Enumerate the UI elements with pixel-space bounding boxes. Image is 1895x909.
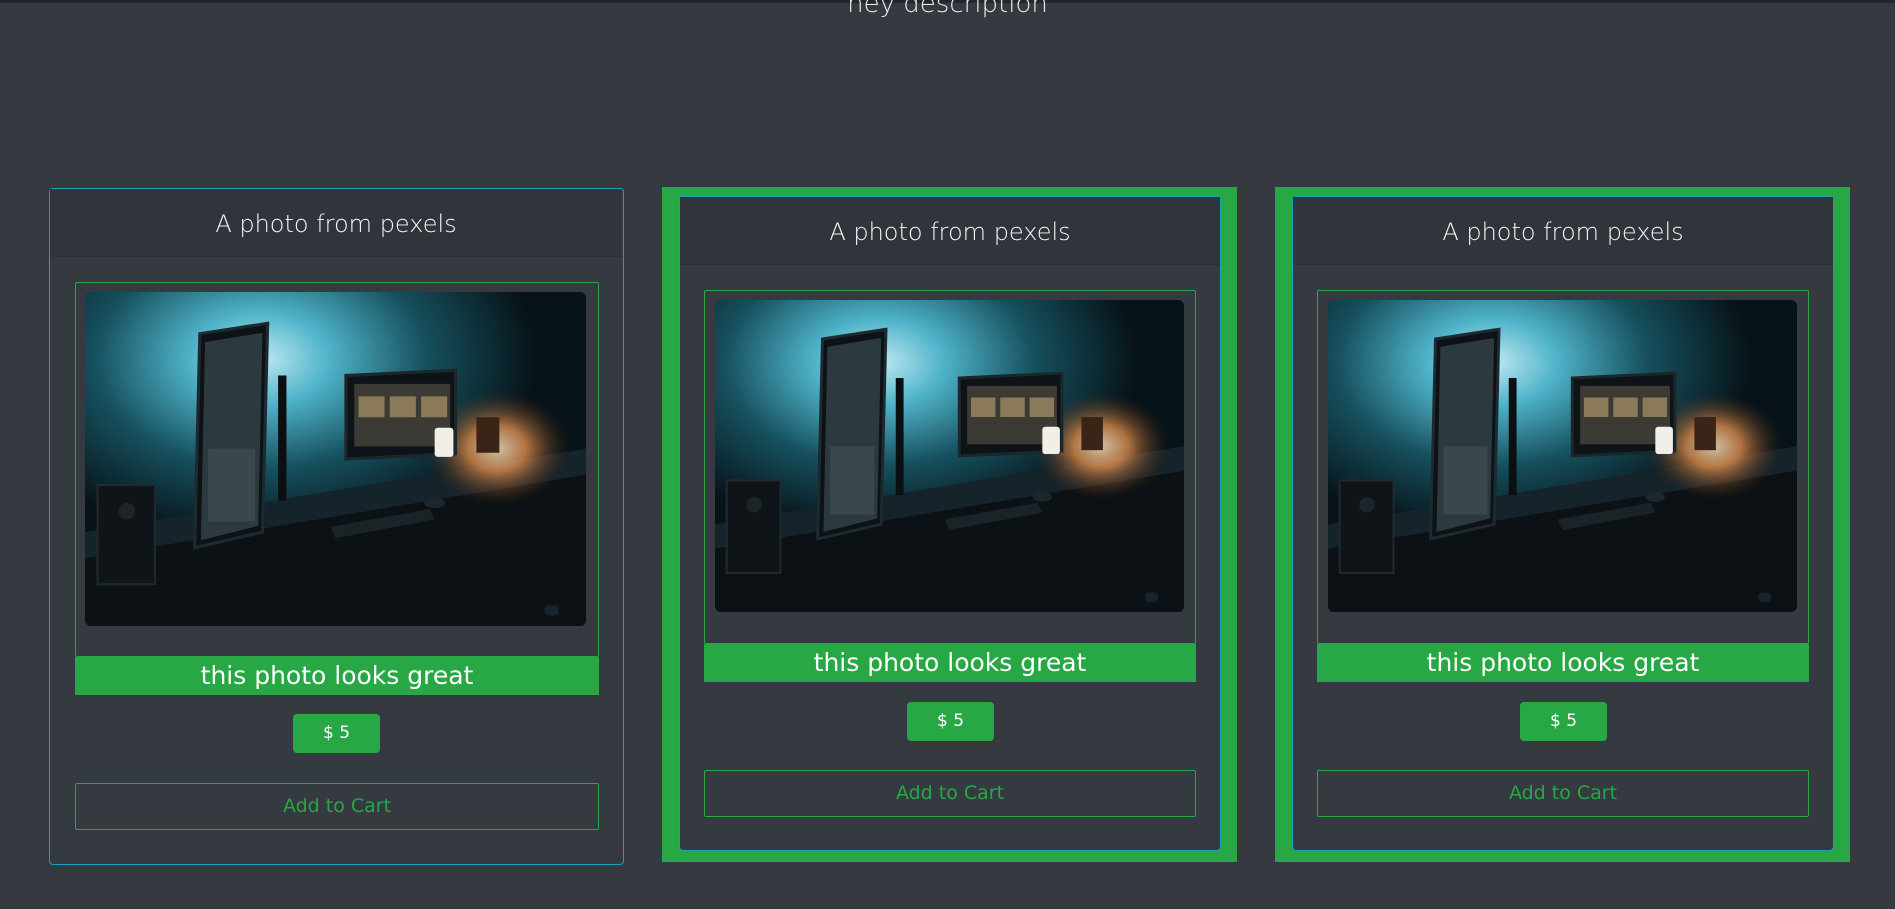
- product-card-featured: A photo from pexels this photo looks gre…: [662, 187, 1237, 862]
- photo-caption: this photo looks great: [1317, 644, 1809, 682]
- photo-caption: this photo looks great: [704, 644, 1196, 682]
- product-photo[interactable]: [715, 300, 1184, 612]
- product-card-featured: A photo from pexels this photo looks gre…: [1275, 187, 1850, 862]
- add-to-cart-button[interactable]: Add to Cart: [75, 783, 599, 830]
- card-title: A photo from pexels: [680, 197, 1220, 265]
- card-body: A photo from pexels this photo looks gre…: [679, 196, 1221, 851]
- product-card: A photo from pexels this photo looks gre…: [49, 188, 624, 865]
- add-to-cart-button[interactable]: Add to Cart: [704, 770, 1196, 817]
- price-button[interactable]: $ 5: [907, 702, 994, 741]
- image-frame: [1317, 290, 1809, 644]
- card-body: A photo from pexels this photo looks gre…: [50, 189, 622, 863]
- page-description: hey description: [847, 0, 1048, 19]
- add-to-cart-button[interactable]: Add to Cart: [1317, 770, 1809, 817]
- price-button[interactable]: $ 5: [293, 714, 380, 753]
- image-frame: [704, 290, 1196, 644]
- image-frame: [75, 282, 599, 657]
- card-body: A photo from pexels this photo looks gre…: [1292, 196, 1834, 851]
- photo-caption: this photo looks great: [75, 657, 599, 695]
- card-title: A photo from pexels: [1293, 197, 1833, 265]
- price-button[interactable]: $ 5: [1520, 702, 1607, 741]
- product-photo[interactable]: [85, 292, 586, 626]
- product-photo[interactable]: [1328, 300, 1797, 612]
- card-title: A photo from pexels: [50, 189, 622, 257]
